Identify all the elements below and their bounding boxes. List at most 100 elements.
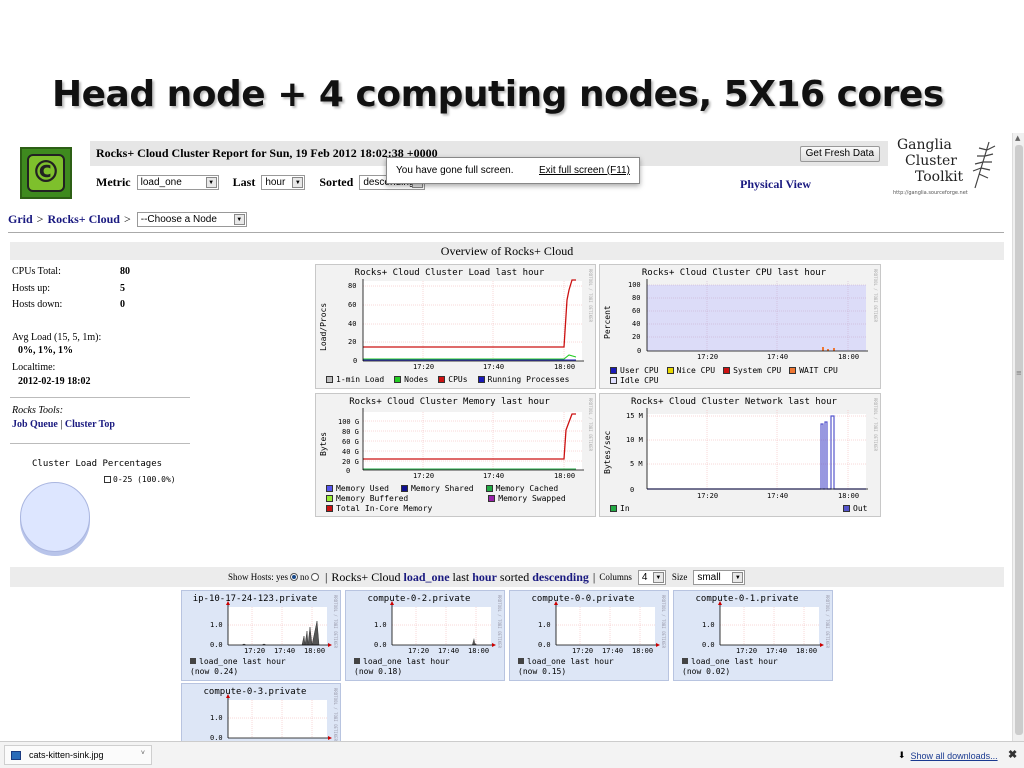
host-tick: 17:40: [602, 647, 624, 655]
ytick: 20: [632, 333, 641, 341]
host-tick: 18:00: [304, 647, 326, 655]
physical-view-link[interactable]: Physical View: [740, 177, 811, 192]
show-hosts-yes-radio[interactable]: [290, 573, 299, 581]
ytick: 40: [348, 320, 357, 328]
legend-swatch: [394, 376, 402, 383]
ytick: 0: [637, 347, 642, 355]
legend-label: CPUs: [448, 375, 468, 384]
show-all-downloads-link[interactable]: Show all downloads...: [911, 751, 998, 761]
hosts-bar-metric: load_one: [403, 570, 450, 584]
size-select[interactable]: small ▼: [693, 569, 746, 585]
cluster-top-link[interactable]: Cluster Top: [65, 419, 115, 430]
graph-legend: Memory Buffered Memory Swapped: [326, 494, 566, 503]
columns-select[interactable]: 4 ▼: [637, 569, 666, 585]
last-label: Last: [232, 175, 256, 189]
legend-swatch: [666, 367, 674, 374]
download-filename: cats-kitten-sink.jpg: [29, 750, 104, 760]
legend-label: Memory Cached: [495, 484, 559, 493]
legend-swatch: [518, 658, 524, 664]
breadcrumb-cloud[interactable]: Rocks+ Cloud: [47, 212, 120, 227]
tools-sep: |: [60, 419, 63, 430]
breadcrumb-sep: >: [36, 212, 44, 226]
chevron-down-icon: ▼: [205, 177, 217, 188]
ytick: 10 M: [626, 436, 643, 444]
host-tick: 0.0: [210, 641, 223, 649]
cpus-label: CPUs Total:: [12, 266, 61, 277]
show-hosts-no-radio[interactable]: [311, 573, 320, 581]
close-icon[interactable]: ✖: [1008, 748, 1017, 761]
xtick: 18:00: [838, 353, 860, 361]
legend-label: Memory Swapped: [498, 494, 566, 503]
legend-swatch: [326, 485, 333, 492]
legend-label: Out: [853, 504, 868, 513]
last-select[interactable]: hour ▼: [261, 175, 306, 190]
vertical-scrollbar[interactable]: ▲ ≡: [1012, 133, 1024, 741]
xtick: 18:00: [554, 363, 576, 371]
get-fresh-data-button[interactable]: Get Fresh Data: [799, 146, 880, 162]
host-graph[interactable]: compute-0-2.private RRDTOOL / TOBI OETIKE…: [345, 590, 505, 681]
host-now-value: (now 0.24): [190, 667, 239, 676]
download-item[interactable]: cats-kitten-sink.jpg ˅: [4, 745, 152, 765]
cluster-memory-graph[interactable]: Rocks+ Cloud Cluster Memory last hour By…: [315, 393, 596, 517]
host-legend-label: load_one last hour: [691, 657, 778, 666]
chevron-down-icon: ▼: [732, 571, 744, 583]
host-display-controls: Show Hosts: yes no | Rocks+ Cloud load_o…: [10, 567, 1004, 587]
chevron-down-icon: ▼: [233, 214, 245, 225]
grip-icon: ≡: [1016, 369, 1022, 377]
ytick: 60: [348, 301, 357, 309]
host-tick: 17:40: [274, 647, 296, 655]
localtime-value: 2012-02-19 18:02: [18, 376, 91, 387]
cluster-cpu-graph[interactable]: Rocks+ Cloud Cluster CPU last hour Perce…: [599, 264, 881, 389]
host-graph[interactable]: ip-10-17-24-123.private RRDTOOL / TOBI OE…: [181, 590, 341, 681]
downloads-bar: cats-kitten-sink.jpg ˅ ⬇ Show all downlo…: [0, 741, 1024, 768]
hosts-bar-cluster: Rocks+ Cloud: [331, 570, 401, 584]
size-label: Size: [671, 572, 688, 582]
host-tick: 1.0: [210, 714, 223, 722]
host-tick: 1.0: [702, 621, 715, 629]
ytick: 5 M: [630, 460, 643, 468]
chevron-down-icon: ▼: [652, 571, 664, 583]
graph-legend: In: [610, 504, 630, 513]
node-select[interactable]: --Choose a Node ▼: [136, 212, 247, 227]
host-legend: load_one last hour (now 0.02): [682, 657, 778, 677]
legend-swatch: [326, 505, 333, 512]
divider: [10, 397, 190, 398]
scrollbar-thumb[interactable]: [1015, 145, 1023, 735]
xtick: 17:40: [767, 353, 789, 361]
host-tick: 1.0: [374, 621, 387, 629]
legend-label: Nice CPU: [676, 366, 716, 375]
host-tick: 17:20: [572, 647, 594, 655]
legend-swatch: [326, 376, 333, 383]
slide-title: Head node + 4 computing nodes, 5X16 core…: [52, 74, 944, 115]
download-arrow-icon: ⬇: [898, 750, 906, 760]
legend-label: 1-min Load: [336, 375, 385, 384]
legend-label: Running Processes: [487, 375, 570, 384]
host-graph[interactable]: compute-0-1.private RRDTOOL / TOBI OETIKE…: [673, 590, 833, 681]
metric-select[interactable]: load_one ▼: [136, 175, 219, 190]
cluster-network-graph[interactable]: Rocks+ Cloud Cluster Network last hour B…: [599, 393, 881, 517]
host-now-value: (now 0.15): [518, 667, 567, 676]
scroll-up-icon[interactable]: ▲: [1015, 134, 1020, 142]
ganglia-logo: Ganglia Cluster Toolkit http://ganglia.s…: [891, 136, 1001, 198]
chevron-down-icon[interactable]: ˅: [141, 750, 145, 757]
cpus-value: 80: [120, 266, 130, 277]
host-graph[interactable]: compute-0-0.private RRDTOOL / TOBI OETIKE…: [509, 590, 669, 681]
cluster-load-graph[interactable]: Rocks+ Cloud Cluster Load last hour Load…: [315, 264, 596, 389]
hosts-down-value: 0: [120, 299, 125, 310]
size-select-value: small: [697, 571, 721, 583]
legend-swatch: [485, 485, 493, 492]
show-hosts-label: Show Hosts: yes: [228, 572, 289, 582]
fullscreen-notice: You have gone full screen. Exit full scr…: [386, 157, 640, 184]
ytick: 15 M: [626, 412, 643, 420]
host-tick: 0.0: [538, 641, 551, 649]
breadcrumb-grid[interactable]: Grid: [8, 212, 33, 227]
cluster-load-pie: [20, 482, 90, 552]
browser-viewport: © Rocks+ Cloud Cluster Report for Sun, 1…: [0, 133, 1024, 741]
job-queue-link[interactable]: Job Queue: [12, 419, 58, 430]
host-graph[interactable]: compute-0-3.private RRDTOOL / TOBI OETIKE…: [181, 683, 341, 741]
exit-fullscreen-link[interactable]: Exit full screen (F11): [539, 165, 630, 176]
graph-legend: Idle CPU: [610, 376, 659, 385]
show-all-downloads[interactable]: ⬇ Show all downloads...: [898, 750, 998, 761]
host-tick: 18:00: [468, 647, 490, 655]
legend-swatch: [190, 658, 196, 664]
